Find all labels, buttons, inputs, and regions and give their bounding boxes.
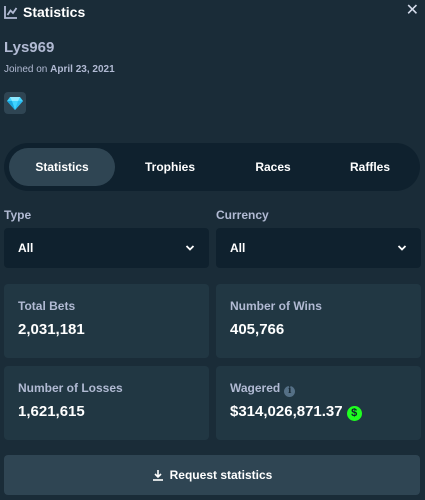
tab-trophies[interactable]: Trophies: [118, 148, 222, 186]
wagered-label: Wagered: [230, 381, 281, 395]
usd-currency-icon: $: [346, 406, 362, 421]
tab-statistics[interactable]: Statistics: [9, 148, 115, 186]
tab-raffles[interactable]: Raffles: [324, 148, 416, 186]
tab-bar: Statistics Trophies Races Raffles: [4, 143, 420, 191]
username: Lys969: [4, 39, 55, 56]
info-icon[interactable]: i: [284, 386, 296, 397]
tab-races[interactable]: Races: [222, 148, 324, 186]
total-bets-value: 2,031,181: [18, 321, 85, 338]
losses-card: Number of Losses 1,621,615: [4, 366, 209, 440]
currency-select[interactable]: All: [216, 228, 421, 268]
wagered-card: Wagered i $314,026,871.37 $: [216, 366, 421, 440]
wagered-label-row: Wagered i: [230, 381, 296, 397]
request-statistics-button[interactable]: Request statistics: [4, 455, 420, 495]
losses-value: 1,621,615: [18, 403, 85, 420]
wagered-value: $314,026,871.37: [230, 403, 343, 420]
total-bets-label: Total Bets: [18, 299, 76, 313]
wins-value: 405,766: [230, 321, 285, 338]
modal-header: Statistics ✕: [0, 0, 425, 26]
request-statistics-label: Request statistics: [169, 468, 273, 482]
type-select-value: All: [18, 241, 34, 255]
losses-label: Number of Losses: [18, 381, 123, 395]
type-select[interactable]: All: [4, 228, 209, 268]
total-bets-card: Total Bets 2,031,181: [4, 284, 209, 358]
currency-select-value: All: [230, 241, 246, 255]
joined-prefix: Joined on: [4, 64, 48, 75]
modal-title: Statistics: [23, 4, 86, 20]
close-icon[interactable]: ✕: [406, 3, 419, 19]
chevron-down-icon: [185, 245, 195, 251]
download-icon: [152, 470, 163, 481]
joined-date-value: April 23, 2021: [50, 64, 115, 75]
joined-date: Joined on April 23, 2021: [4, 64, 115, 75]
chevron-down-icon: [397, 245, 407, 251]
wins-card: Number of Wins 405,766: [216, 284, 421, 358]
currency-label: Currency: [216, 208, 269, 222]
diamond-icon: [7, 97, 23, 110]
vip-badge[interactable]: [4, 92, 26, 114]
wins-label: Number of Wins: [230, 299, 322, 313]
type-label: Type: [4, 208, 32, 222]
chart-icon: [4, 6, 18, 19]
wagered-value-row: $314,026,871.37 $: [230, 403, 362, 421]
